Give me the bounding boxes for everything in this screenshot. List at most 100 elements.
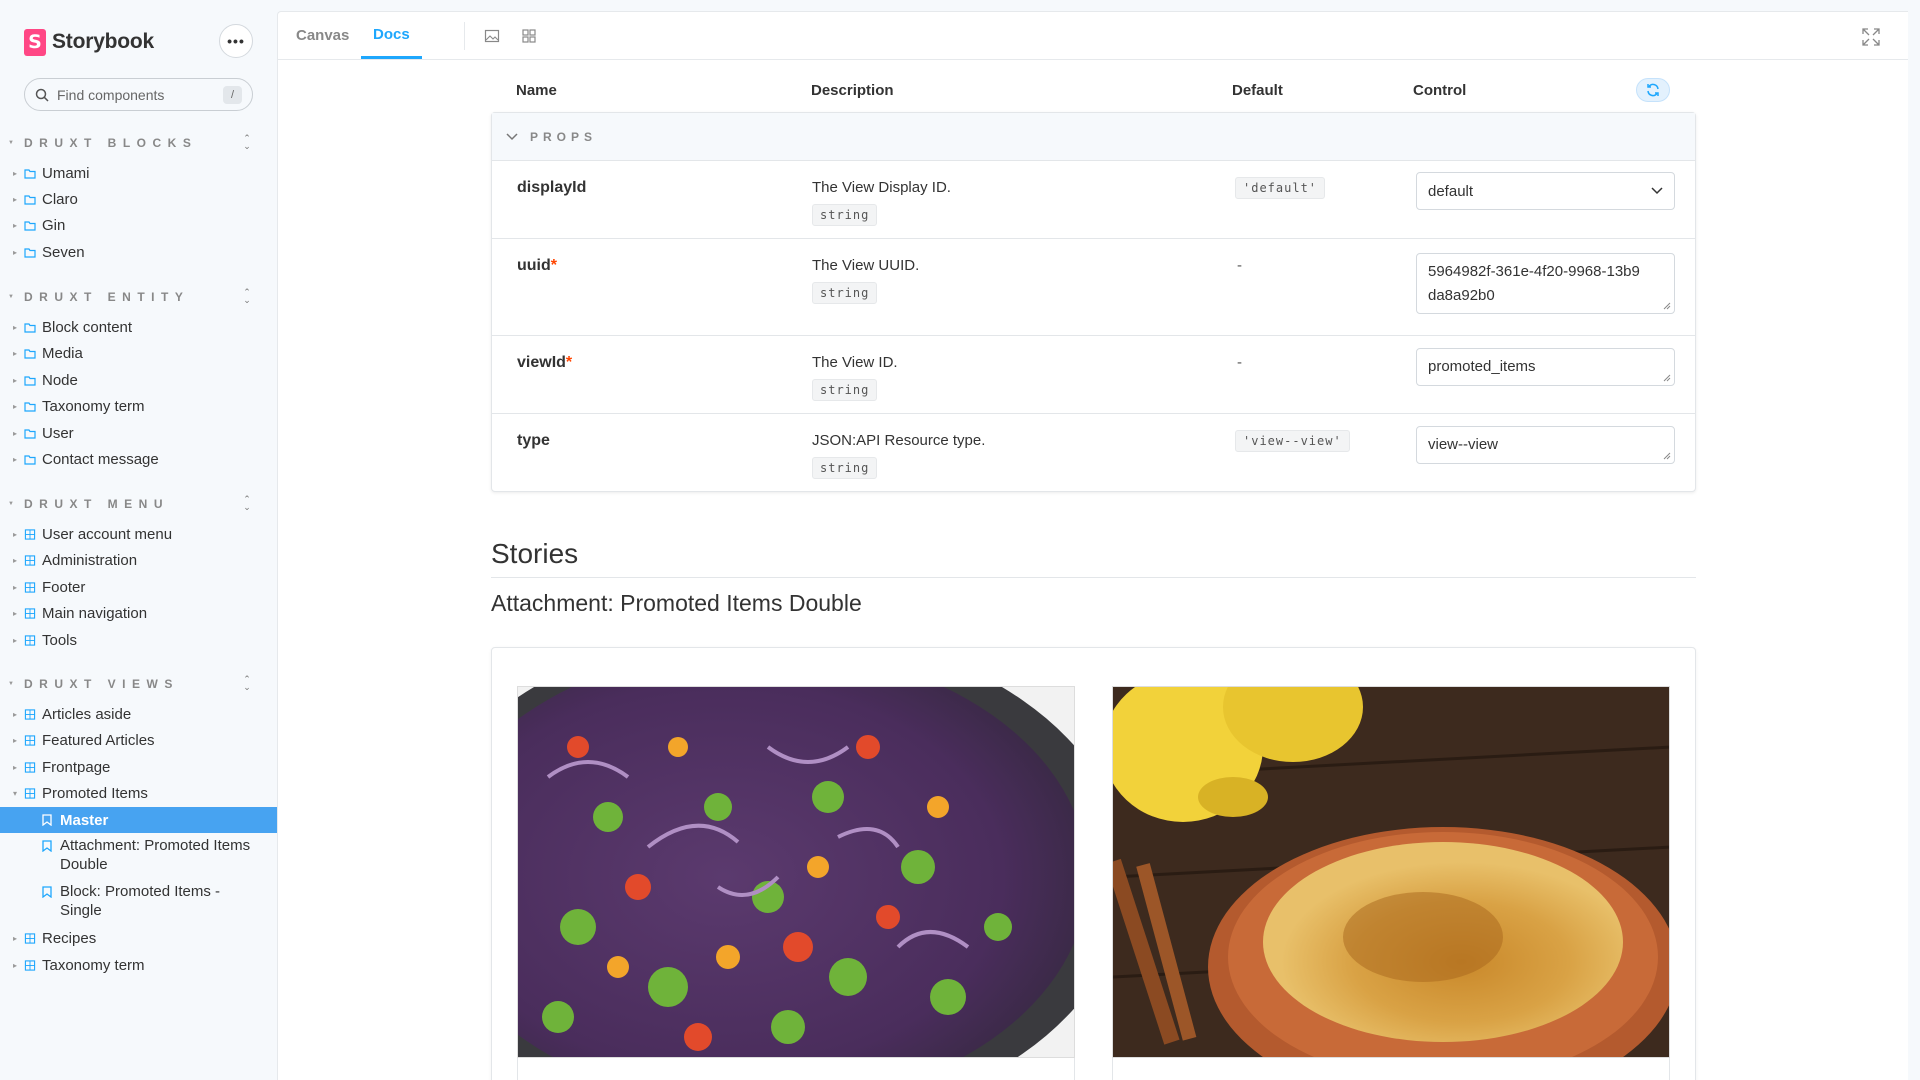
fullscreen-icon[interactable] <box>1862 28 1880 46</box>
tree-item-gin[interactable]: ▸ Gin <box>8 212 277 238</box>
vegetable-stir-fry-image <box>518 687 1074 1057</box>
expand-collapse-icon[interactable]: ⌃ ⌄ <box>241 675 253 693</box>
grid-icon[interactable] <box>521 28 537 44</box>
tree-item-umami[interactable]: ▸ Umami <box>8 160 277 186</box>
expand-collapse-icon[interactable]: ⌃ ⌄ <box>241 288 253 306</box>
uuid-text-input[interactable]: 5964982f-361e-4f20-9968-13b9da8a92b0 <box>1416 253 1675 314</box>
sidebar: S Storybook ••• / ▼ DRUXT BLOCKS ⌃⌄ ▸ Um… <box>0 0 277 1080</box>
story-item-block-promoted-items-single[interactable]: Block: Promoted Items - Single <box>0 882 277 920</box>
sidebar-menu-button[interactable]: ••• <box>219 24 253 58</box>
viewid-text-input[interactable]: promoted_items <box>1416 348 1675 386</box>
tree-item-recipes[interactable]: ▸ Recipes <box>8 925 277 951</box>
search-input[interactable] <box>57 86 223 103</box>
caret-right-icon: ▸ <box>12 375 17 385</box>
tree-item-label: User account menu <box>42 525 173 543</box>
folder-icon <box>24 401 36 412</box>
tree-item-tools[interactable]: ▸ Tools <box>8 627 277 653</box>
type-text-input[interactable]: view--view <box>1416 426 1675 464</box>
search-box[interactable]: / <box>24 78 253 111</box>
tree-item-node[interactable]: ▸ Node <box>8 367 277 393</box>
column-header-default: Default <box>1232 82 1283 99</box>
story-item-label: Master <box>60 811 109 829</box>
tree-item-label: Main navigation <box>42 604 148 622</box>
tree-item-label: Footer <box>42 578 86 596</box>
caret-right-icon: ▸ <box>12 933 17 943</box>
main-panel: Canvas Docs Name Description Default Con… <box>277 11 1908 1080</box>
tree-item-frontpage[interactable]: ▸ Frontpage <box>8 754 277 780</box>
tree-item-claro[interactable]: ▸ Claro <box>8 186 277 212</box>
tree-item-label: User <box>42 424 74 442</box>
table-row: uuid* The View UUID. string - 5964982f-3… <box>492 239 1695 336</box>
tree-item-user-account-menu[interactable]: ▸ User account menu <box>8 521 277 547</box>
tree-item-label: Seven <box>42 243 85 261</box>
tree-item-promoted-items[interactable]: ▾ Promoted Items <box>8 780 277 806</box>
tree-item-user[interactable]: ▸ User <box>8 420 277 446</box>
folder-icon <box>24 348 36 359</box>
expand-collapse-icon[interactable]: ⌃ ⌄ <box>241 495 253 513</box>
storybook-logo-icon: S <box>24 28 46 56</box>
group-druxt-menu[interactable]: ▼ DRUXT MENU ⌃ ⌄ <box>8 495 253 513</box>
resize-handle-icon[interactable] <box>1663 374 1671 382</box>
tab-canvas[interactable]: Canvas <box>296 12 349 59</box>
expand-collapse-icon[interactable]: ⌃ ⌄ <box>241 134 253 152</box>
component-icon <box>24 959 36 971</box>
group-druxt-views[interactable]: ▼ DRUXT VIEWS ⌃ ⌄ <box>8 675 253 693</box>
card-body <box>517 1058 1075 1080</box>
tree-item-label: Umami <box>42 164 90 182</box>
caret-right-icon: ▸ <box>12 709 17 719</box>
reset-controls-button[interactable] <box>1636 78 1670 102</box>
component-icon <box>24 554 36 566</box>
tree-item-taxonomy-term-view[interactable]: ▸ Taxonomy term <box>8 952 277 978</box>
tree-item-seven[interactable]: ▸ Seven <box>8 239 277 265</box>
tree-item-media[interactable]: ▸ Media <box>8 340 277 366</box>
prop-description: JSON:API Resource type. <box>812 432 986 449</box>
tree-item-taxonomy-term[interactable]: ▸ Taxonomy term <box>8 393 277 419</box>
tree-item-footer[interactable]: ▸ Footer <box>8 574 277 600</box>
toolbar: Canvas Docs <box>278 12 1908 60</box>
displayid-select[interactable]: default <box>1416 172 1675 210</box>
tree-item-label: Gin <box>42 216 66 234</box>
tree-item-articles-aside[interactable]: ▸ Articles aside <box>8 701 277 727</box>
tree-item-label: Contact message <box>42 450 159 468</box>
tab-docs[interactable]: Docs <box>361 12 422 59</box>
component-icon <box>24 787 36 799</box>
caret-right-icon: ▸ <box>12 428 17 438</box>
component-icon <box>24 581 36 593</box>
tree-item-label: Claro <box>42 190 78 208</box>
story-item-master[interactable]: Master <box>0 807 277 833</box>
required-marker: * <box>565 354 573 371</box>
tree-item-administration[interactable]: ▸ Administration <box>8 547 277 573</box>
tree-item-label: Taxonomy term <box>42 956 145 974</box>
args-table: PROPS displayId The View Display ID. str… <box>491 112 1696 492</box>
story-item-attachment-promoted-items-double[interactable]: Attachment: Promoted Items Double <box>0 836 277 874</box>
tree-item-label: Block content <box>42 318 133 336</box>
tree-item-featured-articles[interactable]: ▸ Featured Articles <box>8 727 277 753</box>
component-icon <box>24 634 36 646</box>
creme-brulee-photo <box>1112 686 1670 1058</box>
caret-down-icon: ▼ <box>8 294 14 300</box>
prop-default-empty: - <box>1237 354 1242 371</box>
resize-handle-icon[interactable] <box>1663 452 1671 460</box>
required-marker: * <box>550 257 557 274</box>
caret-right-icon: ▸ <box>12 582 17 592</box>
tree-item-label: Taxonomy term <box>42 397 145 415</box>
image-icon[interactable] <box>484 28 500 44</box>
group-druxt-entity[interactable]: ▼ DRUXT ENTITY ⌃ ⌄ <box>8 288 253 306</box>
prop-description: The View Display ID. <box>812 179 951 196</box>
tree-item-label: Recipes <box>42 929 97 947</box>
tree-item-contact-message[interactable]: ▸ Contact message <box>8 446 277 472</box>
tree-item-label: Node <box>42 371 78 389</box>
tree-item-label: Promoted Items <box>42 784 148 802</box>
group-druxt-blocks[interactable]: ▼ DRUXT BLOCKS ⌃ ⌄ <box>8 134 253 152</box>
app-name: Storybook <box>52 30 155 53</box>
resize-handle-icon[interactable] <box>1663 302 1671 310</box>
tree-item-main-navigation[interactable]: ▸ Main navigation <box>8 600 277 626</box>
tree-item-label: Media <box>42 344 83 362</box>
folder-icon <box>24 322 36 333</box>
input-value: view--view <box>1428 436 1499 453</box>
bookmark-icon <box>42 840 52 852</box>
group-title: DRUXT VIEWS <box>24 677 179 691</box>
tree-item-block-content[interactable]: ▸ Block content <box>8 314 277 340</box>
group-title: DRUXT ENTITY <box>24 290 190 304</box>
props-section-header[interactable]: PROPS <box>492 113 1695 161</box>
